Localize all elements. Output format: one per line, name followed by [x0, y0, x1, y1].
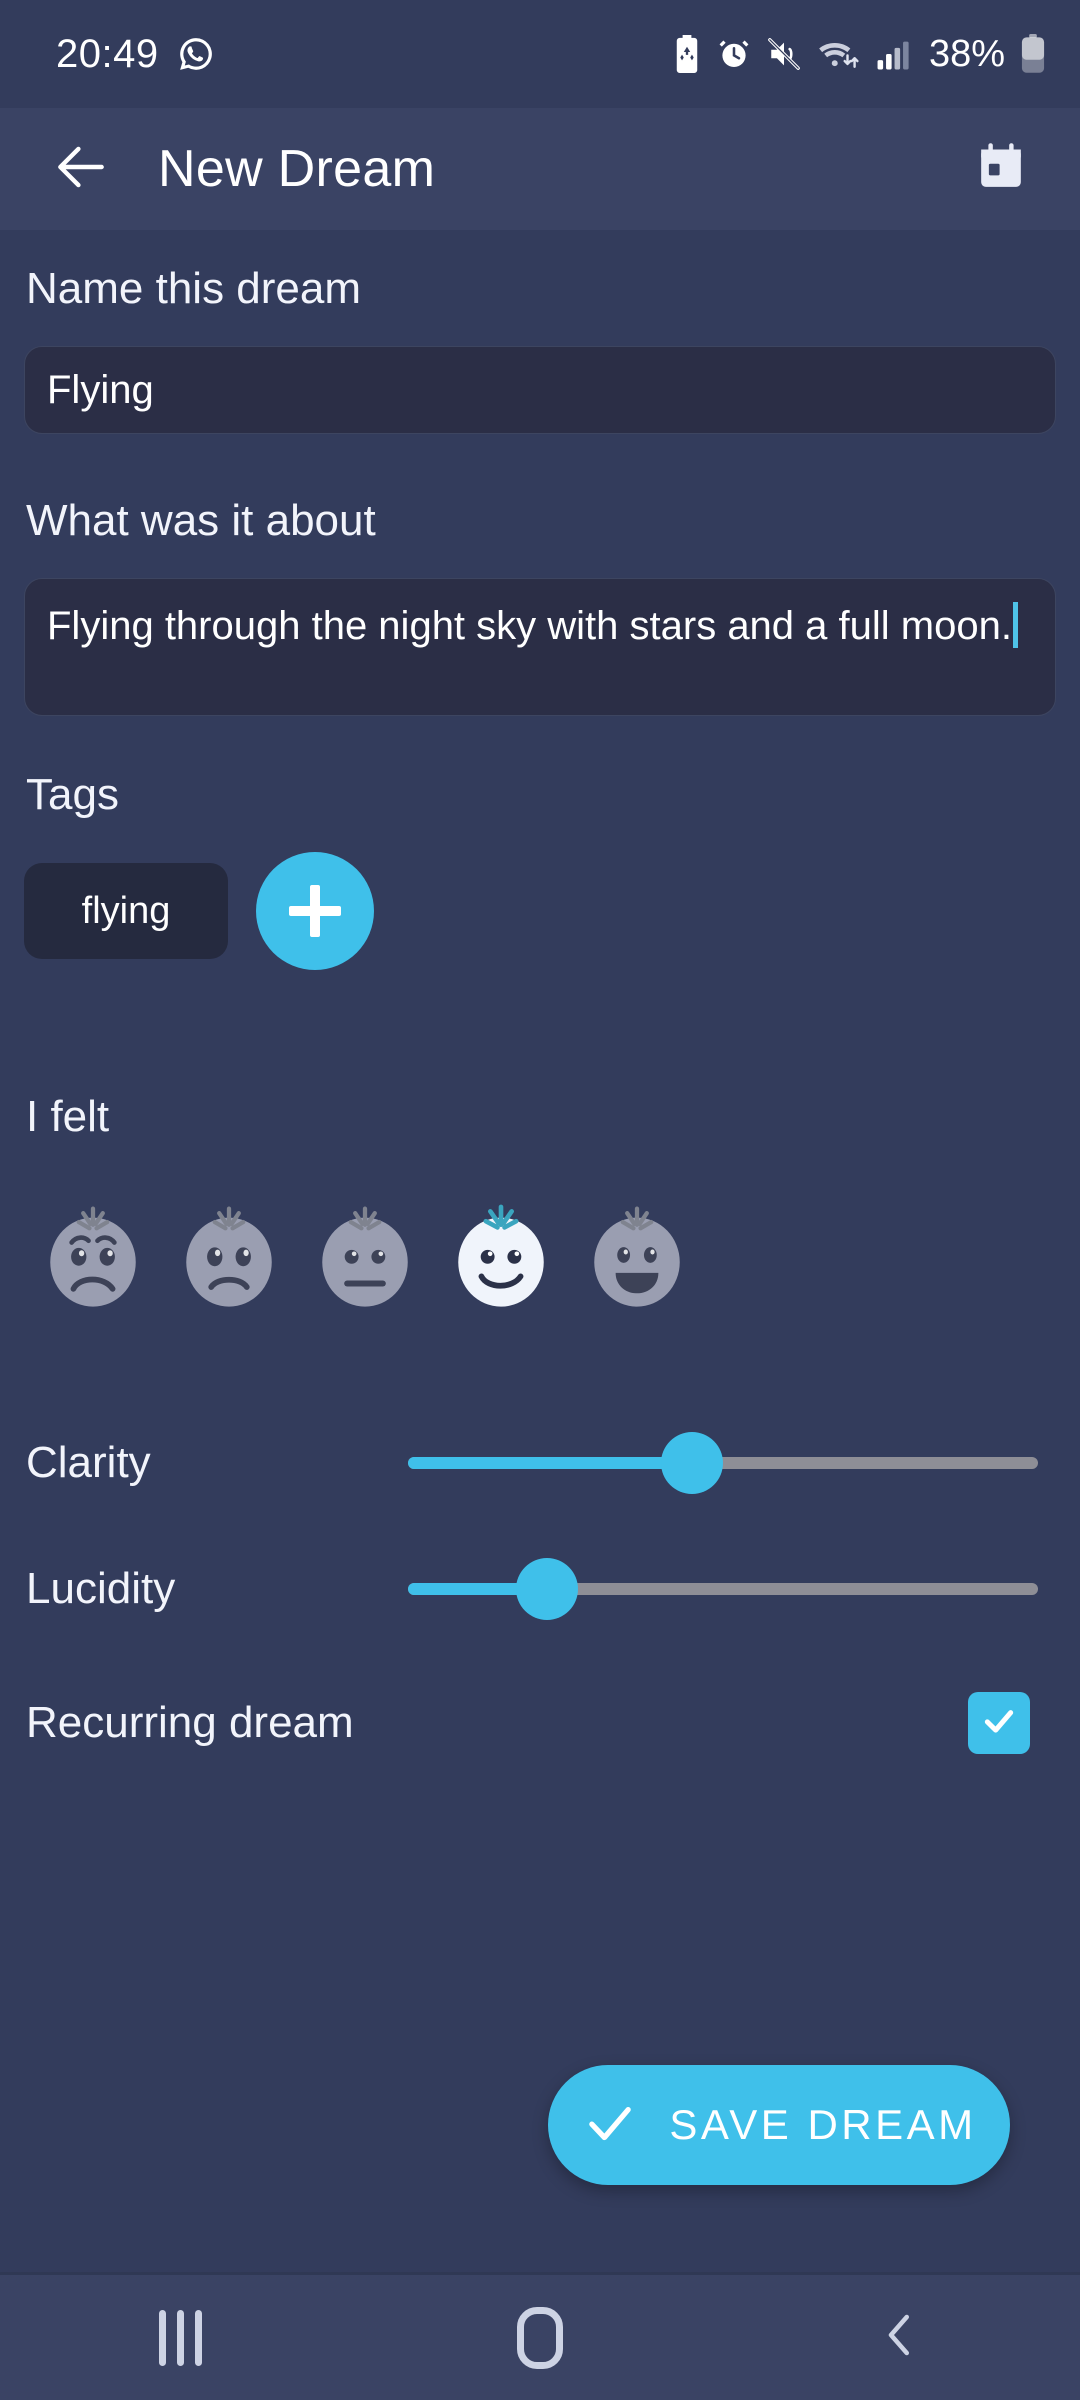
- mood-option-very-happy[interactable]: [580, 1198, 694, 1312]
- recents-icon: [158, 2309, 202, 2366]
- save-dream-label: SAVE DREAM: [669, 2101, 977, 2148]
- check-icon: [979, 1701, 1019, 1746]
- back-icon: [873, 2308, 927, 2367]
- nav-recents-button[interactable]: [105, 2274, 255, 2400]
- lucidity-slider-row: Lucidity: [24, 1554, 1056, 1624]
- home-icon: [517, 2306, 563, 2369]
- mood-selector: [24, 1198, 1056, 1312]
- lucidity-label: Lucidity: [26, 1564, 176, 1613]
- clarity-slider-row: Clarity: [24, 1428, 1056, 1498]
- form-content: Name this dream Flying What was it about…: [0, 230, 1080, 2272]
- arrow-back-icon: [50, 136, 112, 203]
- volume-off-icon: [766, 37, 802, 71]
- lucidity-slider-track[interactable]: [408, 1558, 1038, 1620]
- mood-option-sad[interactable]: [172, 1198, 286, 1312]
- add-tag-button[interactable]: [256, 852, 374, 970]
- tags-row: flying: [24, 852, 1056, 970]
- clarity-slider-thumb[interactable]: [660, 1432, 723, 1494]
- signal-icon: [876, 37, 910, 71]
- wifi-icon: [817, 37, 861, 71]
- lucidity-slider[interactable]: [408, 1554, 1056, 1624]
- back-button[interactable]: [42, 130, 120, 208]
- app-bar: New Dream: [0, 108, 1080, 230]
- battery-icon: [1020, 34, 1046, 74]
- phone-screen: 20:49 38% New Dream Name this dream Flyi…: [0, 0, 1080, 2400]
- name-field-label: Name this dream: [26, 264, 362, 313]
- system-nav-bar: [0, 2272, 1080, 2400]
- recurring-dream-label: Recurring dream: [26, 1698, 354, 1747]
- about-field-wrapper: Flying through the night sky with stars …: [24, 578, 1056, 716]
- mood-option-happy[interactable]: [444, 1198, 558, 1312]
- dream-description-input[interactable]: Flying through the night sky with stars …: [24, 578, 1056, 716]
- recurring-dream-checkbox[interactable]: [968, 1692, 1030, 1754]
- alarm-icon: [717, 37, 751, 71]
- plus-icon: [289, 885, 341, 937]
- save-dream-button[interactable]: SAVE DREAM: [548, 2065, 1010, 2185]
- check-icon: [581, 2094, 639, 2157]
- whatsapp-icon: [177, 35, 215, 73]
- dream-name-input[interactable]: Flying: [24, 346, 1056, 434]
- clarity-label: Clarity: [26, 1438, 151, 1487]
- tag-chip[interactable]: flying: [24, 863, 228, 959]
- name-field-wrapper: Flying: [24, 346, 1056, 434]
- calendar-button[interactable]: [962, 130, 1040, 208]
- page-title: New Dream: [158, 140, 436, 198]
- lucidity-slider-thumb[interactable]: [515, 1558, 578, 1620]
- status-bar-left: 20:49: [56, 32, 215, 77]
- mood-label: I felt: [26, 1092, 110, 1141]
- status-bar: 20:49 38%: [0, 0, 1080, 108]
- clarity-slider-track[interactable]: [408, 1432, 1038, 1494]
- mood-option-very-sad[interactable]: [36, 1198, 150, 1312]
- nav-back-button[interactable]: [825, 2274, 975, 2400]
- about-field-label: What was it about: [26, 496, 376, 545]
- nav-home-button[interactable]: [465, 2274, 615, 2400]
- clarity-slider-fill: [408, 1457, 692, 1469]
- status-clock: 20:49: [56, 31, 159, 76]
- recurring-dream-row: Recurring dream: [24, 1692, 1056, 1754]
- status-bar-right: 38%: [672, 33, 1046, 76]
- dream-description-text: Flying through the night sky with stars …: [47, 604, 1012, 648]
- tags-label: Tags: [26, 770, 119, 819]
- calendar-icon: [973, 139, 1029, 200]
- battery-percent-label: 38%: [928, 32, 1005, 75]
- clarity-slider[interactable]: [408, 1428, 1056, 1498]
- battery-saver-icon: [672, 35, 702, 73]
- text-cursor: [1012, 602, 1018, 648]
- mood-option-neutral[interactable]: [308, 1198, 422, 1312]
